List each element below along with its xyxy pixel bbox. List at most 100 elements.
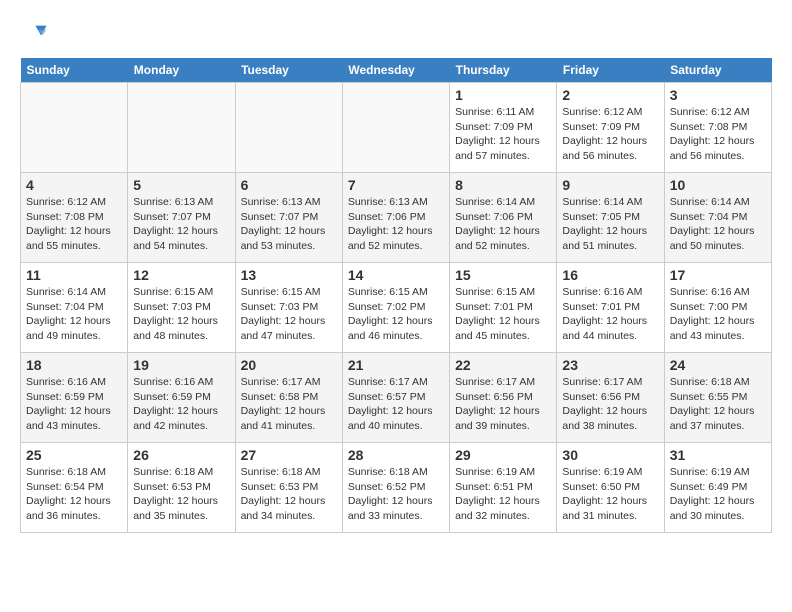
day-number: 1 xyxy=(455,87,551,103)
calendar-cell: 19 Sunrise: 6:16 AM Sunset: 6:59 PM Dayli… xyxy=(128,353,235,443)
day-info: Sunrise: 6:14 AM Sunset: 7:05 PM Dayligh… xyxy=(562,195,658,254)
calendar-week: 4Sunrise: 6:12 AM Sunset: 7:08 PM Daylig… xyxy=(21,173,772,263)
calendar-week: 18Sunrise: 6:16 AM Sunset: 6:59 PM Dayli… xyxy=(21,353,772,443)
calendar-cell xyxy=(342,83,449,173)
day-info: Sunrise: 6:17 AM Sunset: 6:56 PM Dayligh… xyxy=(562,375,658,434)
day-number: 21 xyxy=(348,357,444,373)
day-info: Sunrise: 6:19 AM Sunset: 6:50 PM Dayligh… xyxy=(562,465,658,524)
calendar-cell xyxy=(128,83,235,173)
day-info: Sunrise: 6:13 AM Sunset: 7:06 PM Dayligh… xyxy=(348,195,444,254)
calendar-cell: 30Sunrise: 6:19 AM Sunset: 6:50 PM Dayli… xyxy=(557,443,664,533)
day-number: 12 xyxy=(133,267,229,283)
day-info: Sunrise: 6:18 AM Sunset: 6:52 PM Dayligh… xyxy=(348,465,444,524)
day-number: 22 xyxy=(455,357,551,373)
day-number: 19 xyxy=(133,357,229,373)
calendar-cell: 1 Sunrise: 6:11 AM Sunset: 7:09 PM Daylig… xyxy=(450,83,557,173)
calendar-cell: 3 Sunrise: 6:12 AM Sunset: 7:08 PM Daylig… xyxy=(664,83,771,173)
calendar-cell: 24Sunrise: 6:18 AM Sunset: 6:55 PM Dayli… xyxy=(664,353,771,443)
logo-icon xyxy=(20,20,48,48)
calendar-cell: 11 Sunrise: 6:14 AM Sunset: 7:04 PM Dayli… xyxy=(21,263,128,353)
header-row: SundayMondayTuesdayWednesdayThursdayFrid… xyxy=(21,58,772,83)
day-info: Sunrise: 6:16 AM Sunset: 7:01 PM Dayligh… xyxy=(562,285,658,344)
weekday-header: Tuesday xyxy=(235,58,342,83)
day-info: Sunrise: 6:12 AM Sunset: 7:09 PM Dayligh… xyxy=(562,105,658,164)
day-info: Sunrise: 6:14 AM Sunset: 7:04 PM Dayligh… xyxy=(670,195,766,254)
calendar-cell: 2 Sunrise: 6:12 AM Sunset: 7:09 PM Daylig… xyxy=(557,83,664,173)
weekday-header: Wednesday xyxy=(342,58,449,83)
day-number: 13 xyxy=(241,267,337,283)
calendar-cell: 17 Sunrise: 6:16 AM Sunset: 7:00 PM Dayli… xyxy=(664,263,771,353)
day-number: 3 xyxy=(670,87,766,103)
day-info: Sunrise: 6:15 AM Sunset: 7:02 PM Dayligh… xyxy=(348,285,444,344)
calendar-cell: 18Sunrise: 6:16 AM Sunset: 6:59 PM Dayli… xyxy=(21,353,128,443)
calendar-cell: 31 Sunrise: 6:19 AM Sunset: 6:49 PM Dayli… xyxy=(664,443,771,533)
day-number: 16 xyxy=(562,267,658,283)
day-number: 2 xyxy=(562,87,658,103)
calendar-cell: 29 Sunrise: 6:19 AM Sunset: 6:51 PM Dayli… xyxy=(450,443,557,533)
day-info: Sunrise: 6:11 AM Sunset: 7:09 PM Dayligh… xyxy=(455,105,551,164)
day-number: 26 xyxy=(133,447,229,463)
day-info: Sunrise: 6:17 AM Sunset: 6:56 PM Dayligh… xyxy=(455,375,551,434)
calendar-cell: 28 Sunrise: 6:18 AM Sunset: 6:52 PM Dayli… xyxy=(342,443,449,533)
day-number: 5 xyxy=(133,177,229,193)
day-number: 11 xyxy=(26,267,122,283)
day-info: Sunrise: 6:16 AM Sunset: 7:00 PM Dayligh… xyxy=(670,285,766,344)
day-info: Sunrise: 6:15 AM Sunset: 7:01 PM Dayligh… xyxy=(455,285,551,344)
calendar-cell: 14Sunrise: 6:15 AM Sunset: 7:02 PM Dayli… xyxy=(342,263,449,353)
calendar-cell: 5Sunrise: 6:13 AM Sunset: 7:07 PM Daylig… xyxy=(128,173,235,263)
day-info: Sunrise: 6:18 AM Sunset: 6:54 PM Dayligh… xyxy=(26,465,122,524)
day-number: 25 xyxy=(26,447,122,463)
calendar-cell: 27 Sunrise: 6:18 AM Sunset: 6:53 PM Dayli… xyxy=(235,443,342,533)
weekday-header: Monday xyxy=(128,58,235,83)
weekday-header: Sunday xyxy=(21,58,128,83)
calendar-cell: 9 Sunrise: 6:14 AM Sunset: 7:05 PM Daylig… xyxy=(557,173,664,263)
calendar-cell: 6 Sunrise: 6:13 AM Sunset: 7:07 PM Daylig… xyxy=(235,173,342,263)
logo xyxy=(20,20,52,48)
calendar-cell: 10 Sunrise: 6:14 AM Sunset: 7:04 PM Dayli… xyxy=(664,173,771,263)
calendar-cell: 16 Sunrise: 6:16 AM Sunset: 7:01 PM Dayli… xyxy=(557,263,664,353)
calendar-cell: 26 Sunrise: 6:18 AM Sunset: 6:53 PM Dayli… xyxy=(128,443,235,533)
calendar-cell: 15 Sunrise: 6:15 AM Sunset: 7:01 PM Dayli… xyxy=(450,263,557,353)
day-number: 10 xyxy=(670,177,766,193)
day-info: Sunrise: 6:18 AM Sunset: 6:53 PM Dayligh… xyxy=(133,465,229,524)
day-number: 6 xyxy=(241,177,337,193)
day-number: 20 xyxy=(241,357,337,373)
day-number: 31 xyxy=(670,447,766,463)
day-number: 9 xyxy=(562,177,658,193)
weekday-header: Thursday xyxy=(450,58,557,83)
day-info: Sunrise: 6:16 AM Sunset: 6:59 PM Dayligh… xyxy=(133,375,229,434)
day-number: 7 xyxy=(348,177,444,193)
day-number: 27 xyxy=(241,447,337,463)
day-number: 8 xyxy=(455,177,551,193)
day-info: Sunrise: 6:12 AM Sunset: 7:08 PM Dayligh… xyxy=(670,105,766,164)
calendar-cell: 7 Sunrise: 6:13 AM Sunset: 7:06 PM Daylig… xyxy=(342,173,449,263)
day-info: Sunrise: 6:19 AM Sunset: 6:51 PM Dayligh… xyxy=(455,465,551,524)
calendar-cell: 22 Sunrise: 6:17 AM Sunset: 6:56 PM Dayli… xyxy=(450,353,557,443)
day-info: Sunrise: 6:14 AM Sunset: 7:04 PM Dayligh… xyxy=(26,285,122,344)
calendar-cell: 4Sunrise: 6:12 AM Sunset: 7:08 PM Daylig… xyxy=(21,173,128,263)
calendar-cell: 8 Sunrise: 6:14 AM Sunset: 7:06 PM Daylig… xyxy=(450,173,557,263)
day-info: Sunrise: 6:14 AM Sunset: 7:06 PM Dayligh… xyxy=(455,195,551,254)
day-number: 17 xyxy=(670,267,766,283)
calendar-cell: 21Sunrise: 6:17 AM Sunset: 6:57 PM Dayli… xyxy=(342,353,449,443)
day-info: Sunrise: 6:13 AM Sunset: 7:07 PM Dayligh… xyxy=(241,195,337,254)
calendar-cell: 25 Sunrise: 6:18 AM Sunset: 6:54 PM Dayli… xyxy=(21,443,128,533)
weekday-header: Saturday xyxy=(664,58,771,83)
day-number: 24 xyxy=(670,357,766,373)
day-info: Sunrise: 6:15 AM Sunset: 7:03 PM Dayligh… xyxy=(241,285,337,344)
calendar-cell xyxy=(21,83,128,173)
calendar-table: SundayMondayTuesdayWednesdayThursdayFrid… xyxy=(20,58,772,533)
calendar-week: 11 Sunrise: 6:14 AM Sunset: 7:04 PM Dayli… xyxy=(21,263,772,353)
calendar-cell xyxy=(235,83,342,173)
calendar-cell: 12Sunrise: 6:15 AM Sunset: 7:03 PM Dayli… xyxy=(128,263,235,353)
calendar-week: 25 Sunrise: 6:18 AM Sunset: 6:54 PM Dayli… xyxy=(21,443,772,533)
day-number: 28 xyxy=(348,447,444,463)
day-number: 29 xyxy=(455,447,551,463)
calendar-cell: 13 Sunrise: 6:15 AM Sunset: 7:03 PM Dayli… xyxy=(235,263,342,353)
day-number: 15 xyxy=(455,267,551,283)
calendar-week: 1 Sunrise: 6:11 AM Sunset: 7:09 PM Daylig… xyxy=(21,83,772,173)
day-info: Sunrise: 6:18 AM Sunset: 6:53 PM Dayligh… xyxy=(241,465,337,524)
weekday-header: Friday xyxy=(557,58,664,83)
day-info: Sunrise: 6:19 AM Sunset: 6:49 PM Dayligh… xyxy=(670,465,766,524)
page-header xyxy=(20,20,772,48)
